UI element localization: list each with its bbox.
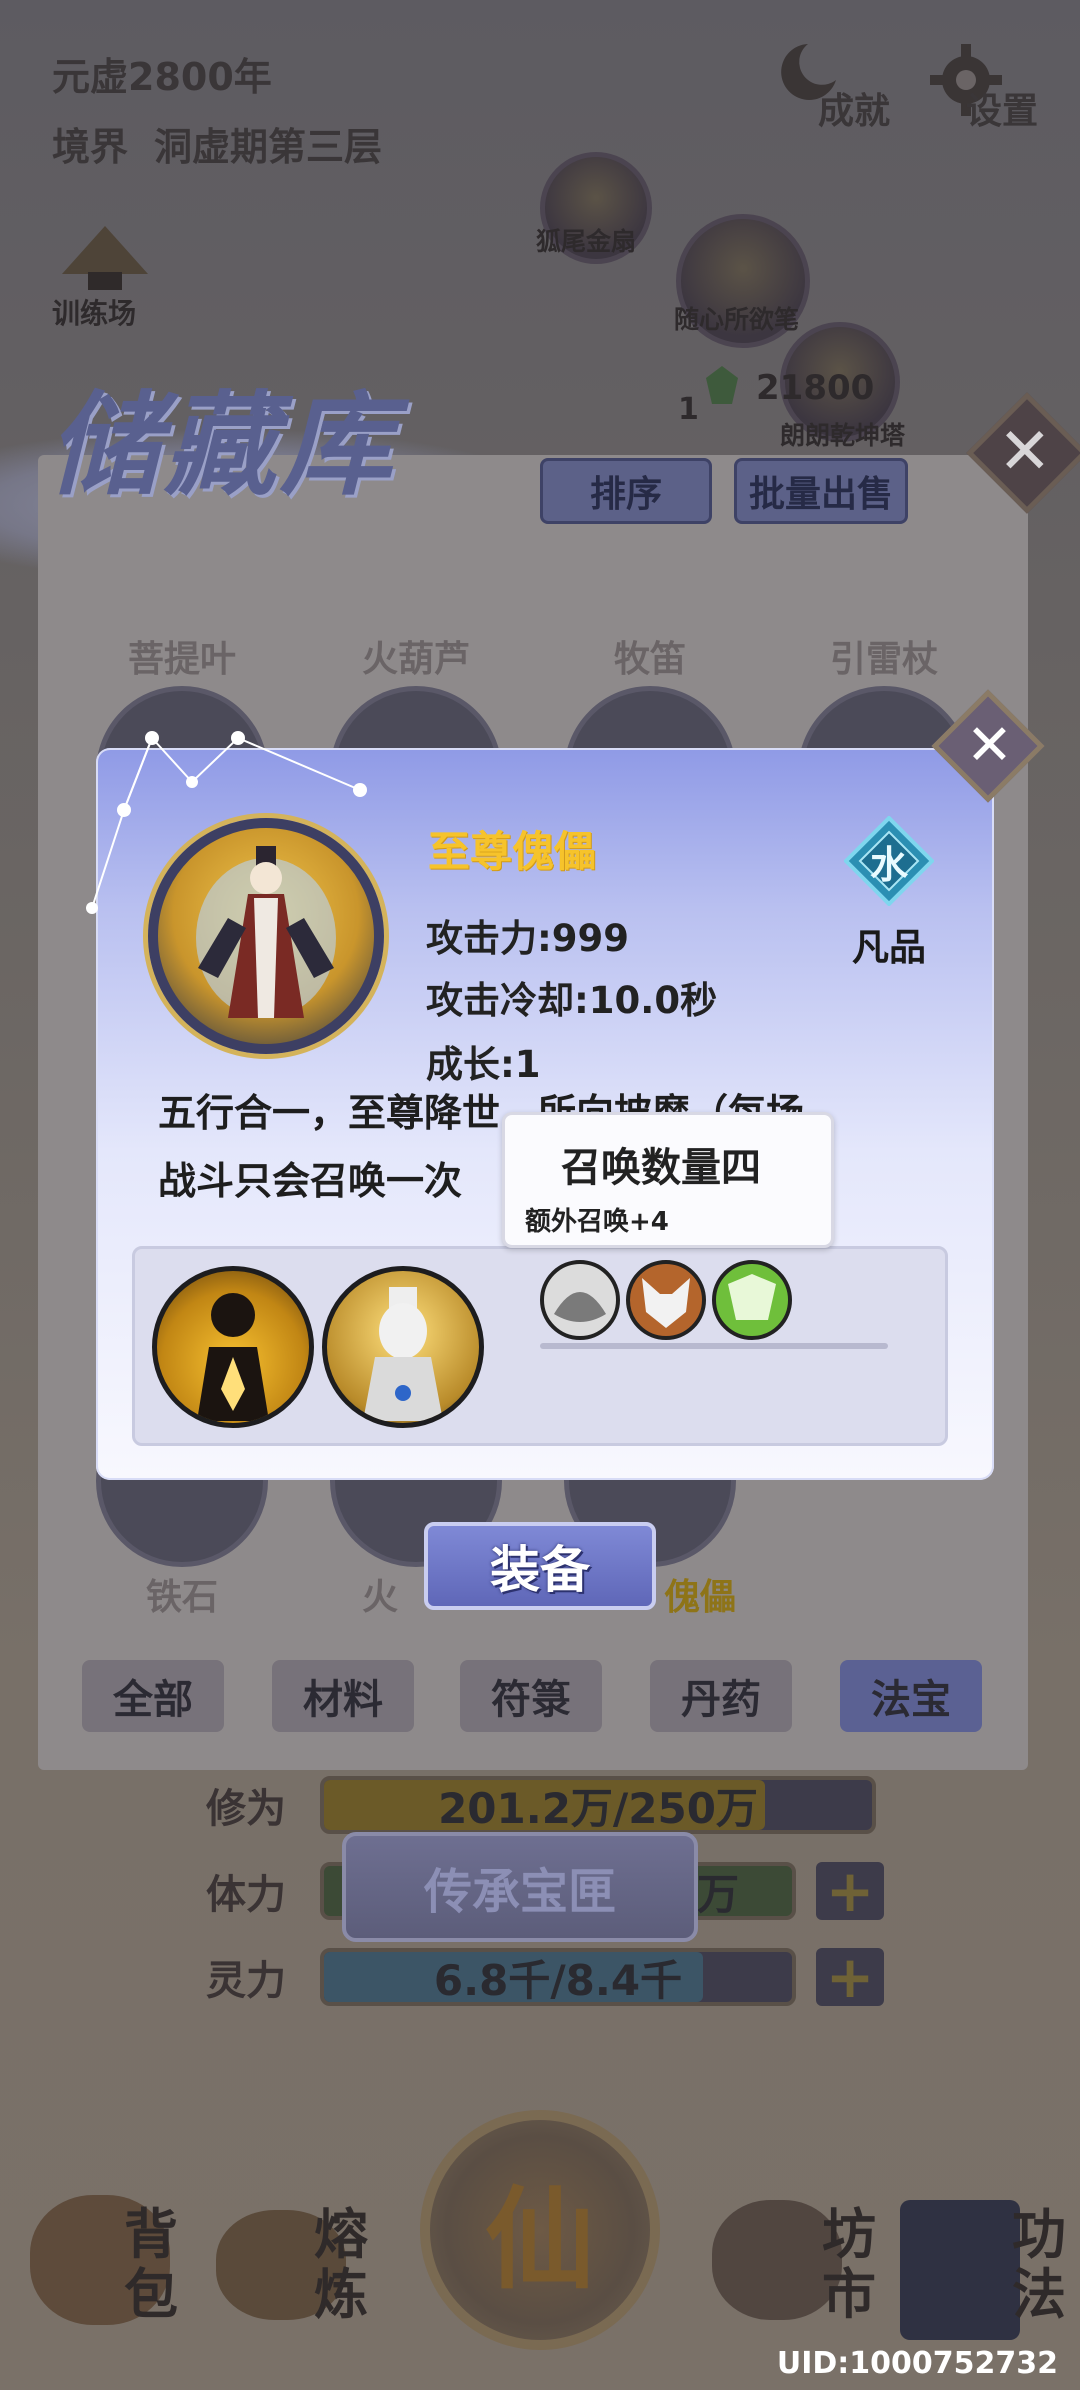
nav-bag-char1[interactable]: 背 [124,2205,178,2265]
tab-pills[interactable]: 丹药 [650,1660,792,1732]
item-label-thunder-staff[interactable]: 引雷杖 [794,630,974,682]
training-hat-icon[interactable] [58,222,152,292]
green-beast-avatar[interactable] [712,1260,792,1340]
element-glyph: 水 [869,842,908,887]
storage-close-icon[interactable]: ✕ [998,420,1052,484]
item-label-flute[interactable]: 牧笛 [560,630,740,682]
bulk-sell-button[interactable]: 批量出售 [734,458,908,524]
fox-avatar[interactable] [626,1260,706,1340]
stamina-value: 万 [696,1869,739,1919]
nav-skills-char2[interactable]: 法 [1012,2265,1066,2325]
spirit-value: 6.8千/8.4千 [433,1955,683,2005]
item-label-fire-gourd[interactable]: 火葫芦 [326,630,506,682]
skills-book-icon[interactable] [900,2200,1020,2340]
item-name: 至尊傀儡 [428,827,597,876]
realm-value: 洞虚期第三层 [154,125,383,169]
spirit-stone-icon [702,364,742,408]
user-id: UID:1000752732 [776,2346,1058,2381]
growth-stat: 成长:1 [426,1043,541,1086]
achievement-label[interactable]: 成就 [818,82,890,134]
center-immortal-label[interactable]: 仙 [430,2120,650,2340]
attack-stat: 攻击力:999 [426,917,630,960]
white-beast-avatar[interactable] [540,1260,620,1340]
stamina-plus-button[interactable]: + [816,1857,884,1925]
nav-market-char1[interactable]: 坊 [822,2205,876,2265]
brush-label[interactable]: 随心所欲笔 [674,300,799,336]
tab-materials[interactable]: 材料 [272,1660,414,1732]
training-label[interactable]: 训练场 [52,292,136,332]
spirit-stone-count: 21800 [756,368,875,408]
cultivation-value: 201.2万/250万 [438,1783,758,1833]
item-label-iron-stone[interactable]: 铁石 [92,1568,272,1620]
grade-label: 凡品 [852,926,926,969]
description-line-2: 战斗只会召唤一次 [158,1159,463,1203]
spirit-plus-button[interactable]: + [816,1943,884,2011]
nav-smelt-char2[interactable]: 炼 [314,2265,368,2325]
tab-talismans[interactable]: 符箓 [460,1660,602,1732]
summon-tooltip: 召唤数量四 额外召唤+4 [502,1112,834,1248]
center-immortal-button[interactable]: 仙 [420,2110,660,2350]
tooltip-subtitle: 额外召唤+4 [525,1207,669,1237]
tower-label[interactable]: 朗朗乾坤塔 [780,416,905,452]
cultivation-label: 修为 [206,1786,286,1832]
realm-label: 境界 [52,125,129,169]
summon-progress-track [540,1343,888,1349]
nav-market-char2[interactable]: 市 [822,2265,876,2325]
stamina-label: 体力 [206,1872,286,1918]
spirit-label: 灵力 [206,1958,286,2004]
tooltip-title: 召唤数量四 [561,1145,761,1191]
storage-title: 储藏库 [48,380,396,511]
spirit-bar: 6.8千/8.4千 [320,1948,796,2006]
nav-skills-char1[interactable]: 功 [1012,2205,1066,2265]
puppet-figure-icon [196,846,336,1018]
popup-close-icon[interactable]: ✕ [966,718,1013,774]
tab-treasures[interactable]: 法宝 [840,1660,982,1732]
nav-smelt-char1[interactable]: 熔 [314,2205,368,2265]
item-label-bodhi-leaf[interactable]: 菩提叶 [92,630,272,682]
supreme-puppet-avatar[interactable] [322,1266,484,1428]
water-element-icon: 水 [843,815,935,907]
golden-warrior-avatar[interactable] [152,1266,314,1428]
map-count: 1 [678,392,699,427]
tab-all[interactable]: 全部 [82,1660,224,1732]
nav-bag-char2[interactable]: 包 [124,2265,178,2325]
equip-button[interactable]: 装备 [424,1522,656,1610]
fox-fan-label[interactable]: 狐尾金扇 [536,222,636,258]
cultivation-bar: 201.2万/250万 [320,1776,876,1834]
settings-label[interactable]: 设置 [966,82,1038,134]
sort-button[interactable]: 排序 [540,458,712,524]
inherit-box-button[interactable]: 传承宝匣 [342,1832,698,1942]
year-text: 元虚2800年 [52,55,272,99]
cooldown-stat: 攻击冷却:10.0秒 [426,979,718,1022]
item-portrait [148,818,384,1054]
